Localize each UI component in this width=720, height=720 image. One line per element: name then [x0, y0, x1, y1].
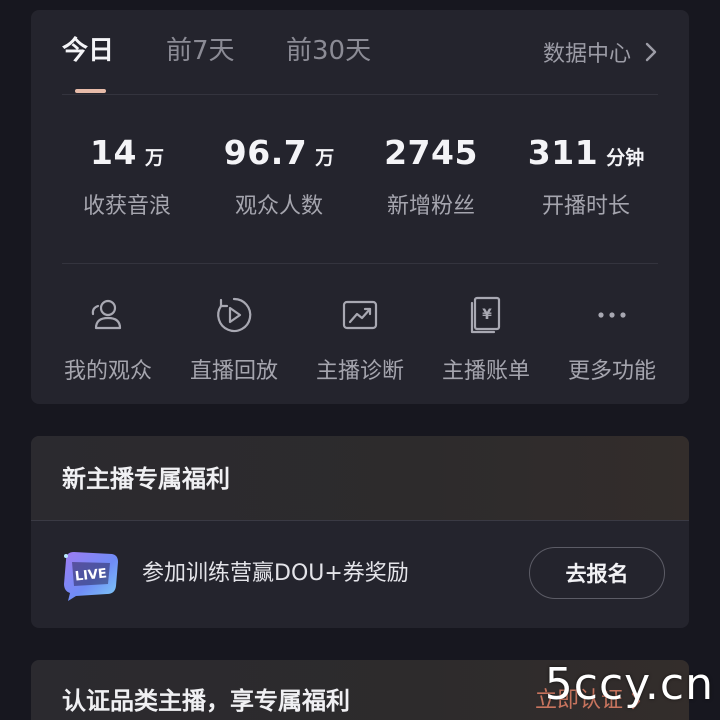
metric-label: 收获音浪 — [82, 194, 171, 219]
divider — [62, 94, 658, 95]
audience-icon — [91, 299, 122, 330]
function-grid: 我的观众 直播回放 主播诊断 ¥ 主播账单 更多功能 — [31, 293, 689, 393]
divider — [62, 263, 658, 264]
metric-value: 2745 — [384, 133, 478, 172]
data-center-link[interactable]: 数据中心 — [543, 36, 657, 68]
metric-label: 观众人数 — [234, 194, 323, 219]
certify-title: 认证品类主播，享专属福利 — [62, 687, 350, 715]
metric-stream-duration[interactable]: 311 分钟 开播时长 — [511, 132, 661, 220]
divider — [31, 520, 689, 521]
function-label: 主播诊断 — [315, 359, 404, 384]
function-label: 主播账单 — [441, 359, 530, 384]
diagnosis-icon — [342, 300, 378, 330]
metric-viewers[interactable]: 96.7 万 观众人数 — [204, 132, 354, 220]
bill-icon: ¥ — [470, 296, 501, 334]
metric-value: 14 — [90, 133, 137, 172]
live-replay-button[interactable]: 直播回放 — [171, 293, 297, 385]
tab-today[interactable]: 今日 — [62, 34, 114, 68]
function-label: 更多功能 — [567, 359, 656, 384]
metric-label: 开播时长 — [541, 194, 630, 219]
metric-sound-waves[interactable]: 14 万 收获音浪 — [52, 132, 202, 220]
welfare-title: 新主播专属福利 — [62, 465, 230, 493]
period-tabs: 今日 前7天 前30天 数据中心 — [31, 10, 689, 94]
anchor-bill-button[interactable]: ¥ 主播账单 — [423, 293, 549, 385]
anchor-diagnosis-button[interactable]: 主播诊断 — [297, 293, 423, 385]
metric-unit: 万 — [144, 147, 164, 169]
tab-last-30-days[interactable]: 前30天 — [286, 34, 371, 68]
signup-button[interactable]: 去报名 — [529, 547, 665, 599]
metric-unit: 万 — [315, 147, 335, 169]
screen: 今日 前7天 前30天 数据中心 14 万 收获音浪 96.7 万 观众人数 2… — [0, 0, 720, 720]
watermark-text: 5ccy.cn — [544, 659, 714, 710]
metric-label: 新增粉丝 — [386, 194, 475, 219]
metrics-row: 14 万 收获音浪 96.7 万 观众人数 2745 新增粉丝 311 分钟 开… — [31, 132, 689, 222]
metric-value: 311 — [527, 133, 599, 172]
more-functions-button[interactable]: 更多功能 — [549, 293, 675, 385]
live-badge-icon: LIVE — [64, 552, 118, 601]
metric-unit: 分钟 — [606, 147, 645, 169]
tab-last-7-days[interactable]: 前7天 — [166, 34, 235, 68]
replay-icon — [217, 297, 252, 333]
function-label: 我的观众 — [63, 359, 152, 384]
metric-new-fans[interactable]: 2745 新增粉丝 — [356, 132, 506, 220]
svg-text:¥: ¥ — [482, 307, 492, 323]
more-icon — [598, 312, 626, 318]
active-tab-indicator — [75, 89, 106, 93]
chevron-right-icon — [645, 42, 657, 62]
metric-value: 96.7 — [223, 133, 308, 172]
stats-card: 今日 前7天 前30天 数据中心 14 万 收获音浪 96.7 万 观众人数 2… — [31, 10, 689, 404]
data-center-label: 数据中心 — [542, 42, 631, 67]
welfare-header: 新主播专属福利 — [31, 436, 689, 520]
new-anchor-welfare-card: 新主播专属福利 LIVE 参加训练营赢DOU+券奖励 去报名 — [31, 436, 689, 628]
my-audience-button[interactable]: 我的观众 — [45, 293, 171, 385]
function-label: 直播回放 — [189, 359, 278, 384]
training-camp-text: 参加训练营赢DOU+券奖励 — [142, 561, 409, 586]
